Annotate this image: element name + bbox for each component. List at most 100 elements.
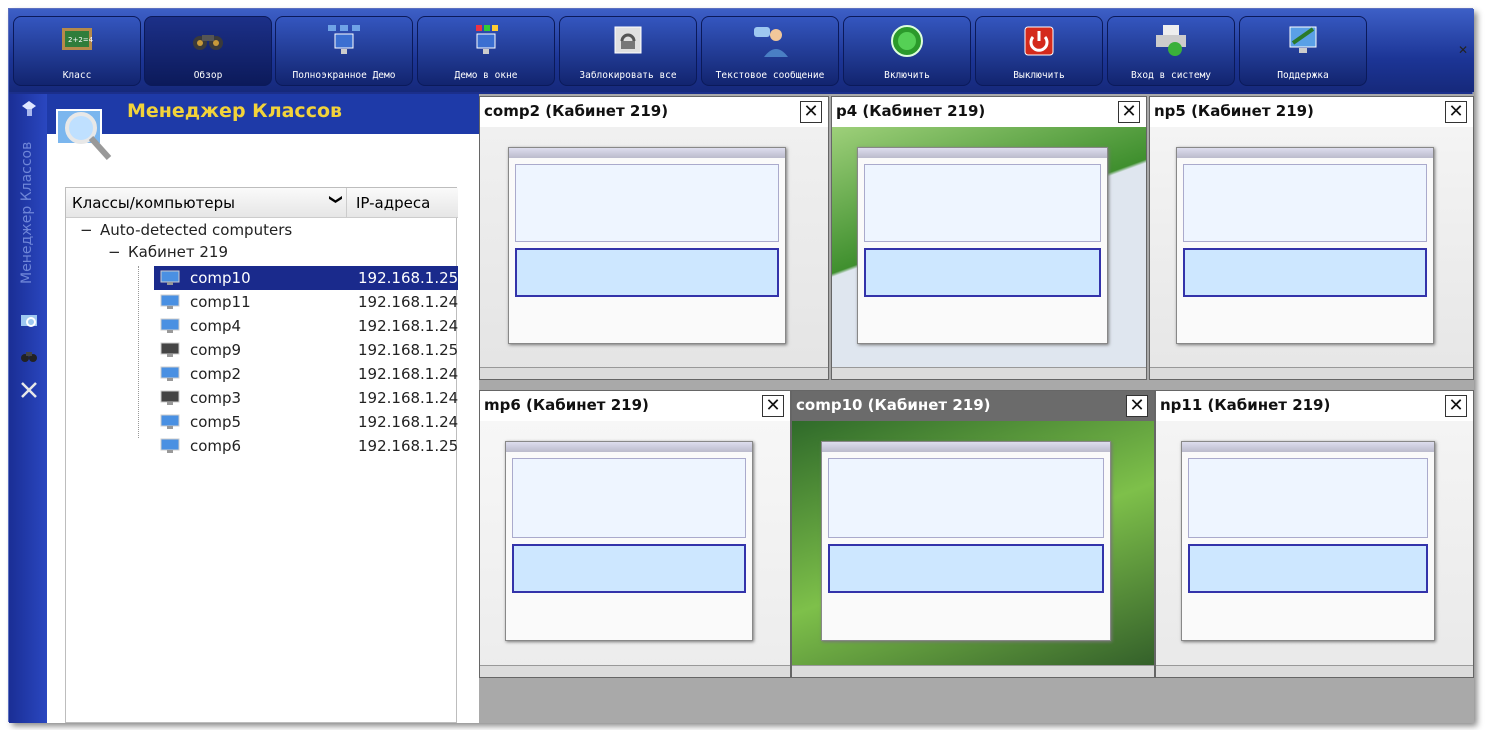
computer-name: comp5 [190,413,242,431]
screen-tile[interactable]: comp2 (Кабинет 219) ✕ [479,96,829,380]
close-icon[interactable]: ✕ [1118,101,1140,123]
text-message-button[interactable]: Текстовое сообщение [701,16,839,86]
power-on-button-label: Включить [884,70,930,81]
column-header-ip[interactable]: IP-адреса [356,194,430,212]
close-icon[interactable]: ✕ [762,395,784,417]
svg-text:2+2=4: 2+2=4 [68,36,94,44]
column-header-classes[interactable]: Классы/компьютеры [72,194,235,212]
remote-taskbar [480,665,790,677]
app-window: 2+2=4 Класс Обзор Полноэкранное Демо Дем… [8,8,1474,723]
tile-title-bar: mp6 (Кабинет 219) ✕ [480,391,790,421]
screen-tile[interactable]: comp10 (Кабинет 219) ✕ [791,390,1155,678]
remote-window [507,147,787,344]
room-label: Кабинет 219 [128,243,229,261]
close-icon[interactable]: ✕ [1445,101,1467,123]
computer-ip: 192.168.1.25 [358,341,459,359]
remote-screen-thumbnail[interactable] [1156,421,1473,677]
computer-row-comp4[interactable]: comp4 192.168.1.24 [154,314,458,338]
computer-online-icon [160,270,180,285]
lock-icon [614,26,642,54]
computer-ip: 192.168.1.24 [358,293,459,311]
support-icon [1289,26,1317,53]
computer-name: comp3 [190,389,242,407]
chevron-down-icon[interactable]: ❯ [328,194,343,205]
lock-all-button[interactable]: Заблокировать все [559,16,697,86]
close-icon[interactable]: ✕ [800,101,822,123]
tree-header: Классы/компьютеры ❯ IP-адреса [66,188,458,218]
computer-ip: 192.168.1.24 [358,389,459,407]
remote-screen-thumbnail[interactable] [480,421,790,677]
tile-title: comp2 (Кабинет 219) [484,102,669,120]
computer-row-comp3[interactable]: comp3 192.168.1.24 [154,386,458,410]
support-button-label: Поддержка [1277,70,1329,81]
remote-taskbar [792,665,1154,677]
power-off-icon [1024,26,1054,56]
collapse-toggle[interactable]: − [80,221,93,239]
computer-row-comp11[interactable]: comp11 192.168.1.24 [154,290,458,314]
computer-name: comp4 [190,317,242,335]
remote-window [1181,441,1435,642]
computer-row-comp6[interactable]: comp6 192.168.1.25 [154,434,458,458]
remote-screen-thumbnail[interactable] [832,127,1146,379]
screen-tile[interactable]: np11 (Кабинет 219) ✕ [1155,390,1474,678]
class-button-label: Класс [62,70,92,81]
text-message-icon [754,27,788,57]
overview-button-label: Обзор [193,70,223,81]
power-on-icon [891,25,923,57]
screen-tile[interactable]: np5 (Кабинет 219) ✕ [1149,96,1474,380]
binoculars-nav-icon[interactable] [19,346,39,366]
class-manager-nav-icon[interactable] [19,98,39,118]
fullscreen-demo-button[interactable]: Полноэкранное Демо [275,16,413,86]
computer-name: comp6 [190,437,242,455]
computer-offline-icon [160,342,180,357]
close-icon[interactable]: ✕ [1458,43,1468,57]
computer-row-comp2[interactable]: comp2 192.168.1.24 [154,362,458,386]
computer-online-icon [160,366,180,381]
magnifier-monitor-icon [56,109,112,161]
computer-online-icon [160,438,180,453]
computer-ip: 192.168.1.25 [358,269,459,287]
window-demo-button[interactable]: Демо в окне [417,16,555,86]
remote-screen-thumbnail[interactable] [480,127,828,379]
remote-window [504,441,753,642]
computer-row-comp9[interactable]: comp9 192.168.1.25 [154,338,458,362]
tools-icon[interactable] [19,380,39,400]
computer-name: comp9 [190,341,242,359]
class-manager-panel: Менеджер Классов Классы/компьютеры ❯ IP-… [47,94,479,723]
support-button[interactable]: Поддержка [1239,16,1367,86]
window-demo-button-label: Демо в окне [454,70,518,81]
remote-window [1175,147,1435,344]
class-button[interactable]: 2+2=4 Класс [13,16,141,86]
computer-ip: 192.168.1.24 [358,365,459,383]
power-off-button-label: Выключить [1013,70,1065,81]
power-on-button[interactable]: Включить [843,16,971,86]
collapse-toggle[interactable]: − [108,243,121,261]
classroom-board-icon: 2+2=4 [62,28,94,50]
computer-online-icon [160,414,180,429]
login-button[interactable]: Вход в систему [1107,16,1235,86]
main-toolbar: 2+2=4 Класс Обзор Полноэкранное Демо Дем… [9,9,1474,92]
tile-title: p4 (Кабинет 219) [836,102,986,120]
screen-tile[interactable]: p4 (Кабинет 219) ✕ [831,96,1147,380]
tile-title: np11 (Кабинет 219) [1160,396,1331,414]
monitor-search-icon[interactable] [19,312,39,332]
tile-title-bar: np11 (Кабинет 219) ✕ [1156,391,1473,421]
tile-title-bar: comp10 (Кабинет 219) ✕ [792,391,1154,421]
computer-row-comp5[interactable]: comp5 192.168.1.24 [154,410,458,434]
close-icon[interactable]: ✕ [1126,395,1148,417]
tile-title: mp6 (Кабинет 219) [484,396,649,414]
login-icon [1156,25,1186,56]
screen-tile[interactable]: mp6 (Кабинет 219) ✕ [479,390,791,678]
computer-ip: 192.168.1.24 [358,413,459,431]
tile-title-bar: comp2 (Кабинет 219) ✕ [480,97,828,127]
computer-row-comp10[interactable]: comp10 192.168.1.25 [154,266,458,290]
power-off-button[interactable]: Выключить [975,16,1103,86]
class-manager-vertical-label: Менеджер Классов [19,141,35,284]
remote-screen-thumbnail[interactable] [1150,127,1473,379]
computer-name: comp2 [190,365,242,383]
close-icon[interactable]: ✕ [1445,395,1467,417]
remote-screen-thumbnail[interactable] [792,421,1154,677]
overview-button[interactable]: Обзор [144,16,272,86]
side-navigation-strip: Менеджер Классов [9,94,47,723]
remote-taskbar [480,367,828,379]
